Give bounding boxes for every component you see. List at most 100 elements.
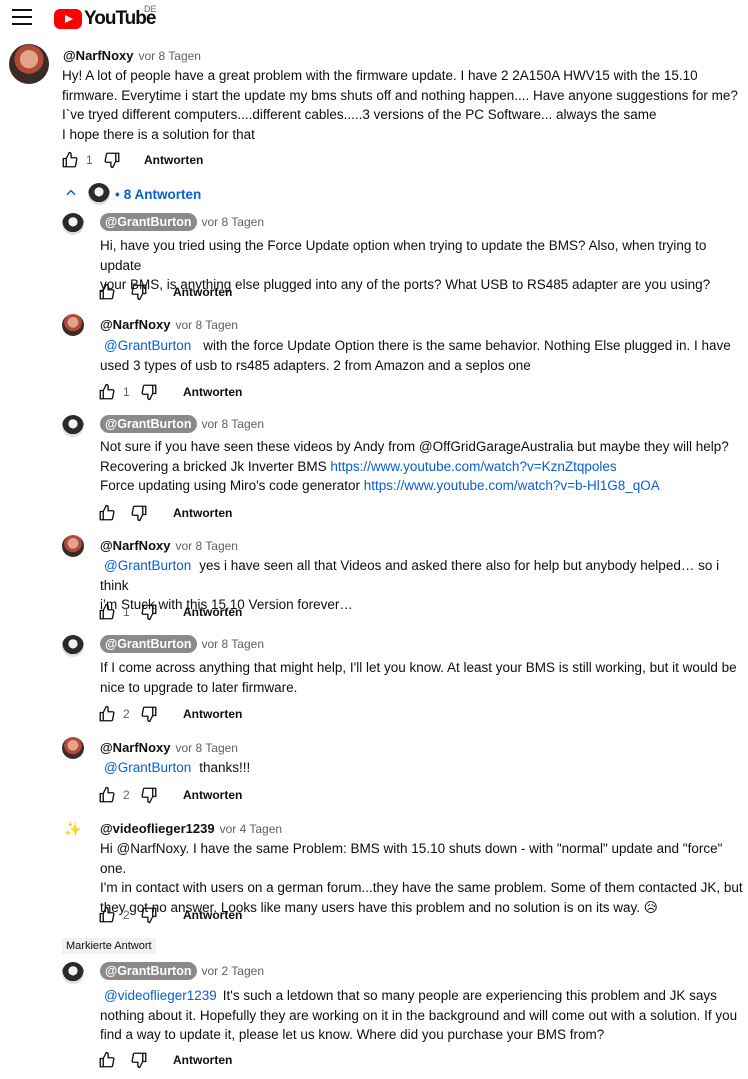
dislike-icon[interactable] — [139, 382, 159, 402]
avatar[interactable] — [9, 44, 49, 84]
reply-author[interactable]: @GrantBurton — [100, 213, 197, 231]
reply-button[interactable]: Antworten — [183, 707, 242, 721]
avatar[interactable] — [62, 314, 84, 336]
reply-header: @GrantBurton vor 8 Tagen — [100, 635, 264, 653]
reply-button[interactable]: Antworten — [173, 1053, 232, 1067]
reply-author[interactable]: @GrantBurton — [100, 415, 197, 433]
region-code: DE — [144, 4, 157, 14]
mention-link[interactable]: @GrantBurton — [104, 760, 191, 775]
replies-toggle[interactable]: • 8 Antworten — [64, 183, 201, 205]
comment-text: Hy! A lot of people have a great problem… — [62, 66, 744, 144]
avatar[interactable] — [62, 213, 84, 235]
mention-link[interactable]: @videoflieger1239 — [104, 988, 217, 1003]
reply-author[interactable]: @videoflieger1239 — [100, 821, 215, 836]
reply-line: with the force Update Option there is th… — [203, 338, 731, 353]
comment-time[interactable]: vor 8 Tagen — [138, 49, 201, 63]
reply-actions: Antworten — [97, 503, 232, 523]
youtube-logo[interactable]: YouTube — [54, 8, 156, 30]
like-icon[interactable] — [97, 382, 117, 402]
like-icon[interactable] — [97, 1050, 117, 1070]
reply-time[interactable]: vor 8 Tagen — [175, 741, 238, 755]
video-link[interactable]: https://www.youtube.com/watch?v=KznZtqpo… — [330, 459, 616, 474]
reply-actions: Antworten — [97, 282, 232, 302]
reply-actions: 1 Antworten — [97, 602, 242, 622]
avatar[interactable]: ✨ — [62, 818, 84, 840]
reply-button[interactable]: Antworten — [183, 605, 242, 619]
like-icon[interactable] — [97, 602, 117, 622]
reply-header: @NarfNoxy vor 8 Tagen — [100, 739, 238, 757]
reply-header: @GrantBurton vor 8 Tagen — [100, 213, 264, 231]
reply-button[interactable]: Antworten — [173, 506, 232, 520]
reply-button[interactable]: Antworten — [144, 153, 203, 167]
like-icon[interactable] — [97, 704, 117, 724]
reply-line: Force updating using Miro's code generat… — [100, 478, 360, 493]
avatar[interactable] — [62, 635, 84, 657]
reply-time[interactable]: vor 8 Tagen — [202, 215, 265, 229]
reply-line: thanks!!! — [199, 760, 251, 775]
like-count: 1 — [123, 605, 130, 619]
reply-author[interactable]: @GrantBurton — [100, 962, 197, 980]
reply-text: @videoflieger1239 It's such a letdown tha… — [100, 986, 744, 1045]
like-icon[interactable] — [97, 785, 117, 805]
reply-actions: 2 Antworten — [97, 704, 242, 724]
dislike-icon[interactable] — [129, 503, 149, 523]
dislike-icon[interactable] — [139, 785, 159, 805]
reply-button[interactable]: Antworten — [183, 908, 242, 922]
reply-header: @GrantBurton vor 8 Tagen — [100, 415, 264, 433]
reply-time[interactable]: vor 8 Tagen — [202, 417, 265, 431]
like-icon[interactable] — [60, 150, 80, 170]
reply-author[interactable]: @NarfNoxy — [100, 538, 170, 553]
reply-time[interactable]: vor 2 Tagen — [202, 964, 265, 978]
dislike-icon[interactable] — [139, 602, 159, 622]
mention-link[interactable]: @GrantBurton — [104, 558, 191, 573]
dislike-icon[interactable] — [139, 905, 159, 925]
reply-text: If I come across anything that might hel… — [100, 658, 744, 697]
like-icon[interactable] — [97, 503, 117, 523]
reply-header: @NarfNoxy vor 8 Tagen — [100, 316, 238, 334]
comment-actions: 1 Antworten — [60, 150, 203, 170]
reply-time[interactable]: vor 8 Tagen — [202, 637, 265, 651]
dislike-icon[interactable] — [129, 1050, 149, 1070]
reply-line: Hi @NarfNoxy. I have the same Problem: B… — [100, 841, 723, 876]
reply-actions: 2 Antworten — [97, 905, 242, 925]
reply-header: @NarfNoxy vor 8 Tagen — [100, 537, 238, 555]
reply-button[interactable]: Antworten — [183, 385, 242, 399]
reply-actions: 1 Antworten — [97, 382, 242, 402]
comment-line: I hope there is a solution for that — [62, 126, 255, 142]
reply-actions: Antworten — [97, 1050, 232, 1070]
reply-time[interactable]: vor 8 Tagen — [175, 318, 238, 332]
avatar[interactable] — [62, 962, 84, 984]
mention-link[interactable]: @GrantBurton — [104, 338, 191, 353]
avatar[interactable] — [62, 535, 84, 557]
comment-line: I`ve tryed different computers....differ… — [62, 107, 657, 122]
like-count: 2 — [123, 707, 130, 721]
avatar[interactable] — [62, 737, 84, 759]
reply-author[interactable]: @GrantBurton — [100, 635, 197, 653]
reply-line: It's such a letdown that so many people … — [222, 988, 717, 1003]
menu-icon[interactable] — [12, 9, 32, 27]
like-icon[interactable] — [97, 905, 117, 925]
comment-header: @NarfNoxy vor 8 Tagen — [63, 47, 201, 65]
reply-line: find a way to update it, please let us k… — [100, 1027, 605, 1042]
dislike-icon[interactable] — [102, 150, 122, 170]
dislike-icon[interactable] — [129, 282, 149, 302]
reply-time[interactable]: vor 4 Tagen — [220, 822, 283, 836]
reply-author[interactable]: @NarfNoxy — [100, 317, 170, 332]
reply-author[interactable]: @NarfNoxy — [100, 740, 170, 755]
chevron-up-icon — [64, 186, 78, 203]
reply-time[interactable]: vor 8 Tagen — [175, 539, 238, 553]
replies-count: 8 Antworten — [123, 186, 202, 202]
dislike-icon[interactable] — [139, 704, 159, 724]
video-link[interactable]: https://www.youtube.com/watch?v=b-Hl1G8_… — [364, 478, 660, 493]
avatar[interactable] — [62, 415, 84, 437]
marked-answer-badge: Markierte Antwort — [62, 938, 156, 954]
bullet-separator: • — [115, 186, 120, 202]
reply-text: @GrantBurton with the force Update Option… — [100, 336, 744, 375]
reply-button[interactable]: Antworten — [173, 285, 232, 299]
reply-button[interactable]: Antworten — [183, 788, 242, 802]
reply-header: @GrantBurton vor 2 Tagen — [100, 962, 264, 980]
reply-line: yes i have seen all that Videos and aske… — [100, 558, 720, 593]
comment-author[interactable]: @NarfNoxy — [63, 48, 133, 63]
reply-text: @GrantBurton thanks!!! — [100, 758, 744, 778]
like-icon[interactable] — [97, 282, 117, 302]
